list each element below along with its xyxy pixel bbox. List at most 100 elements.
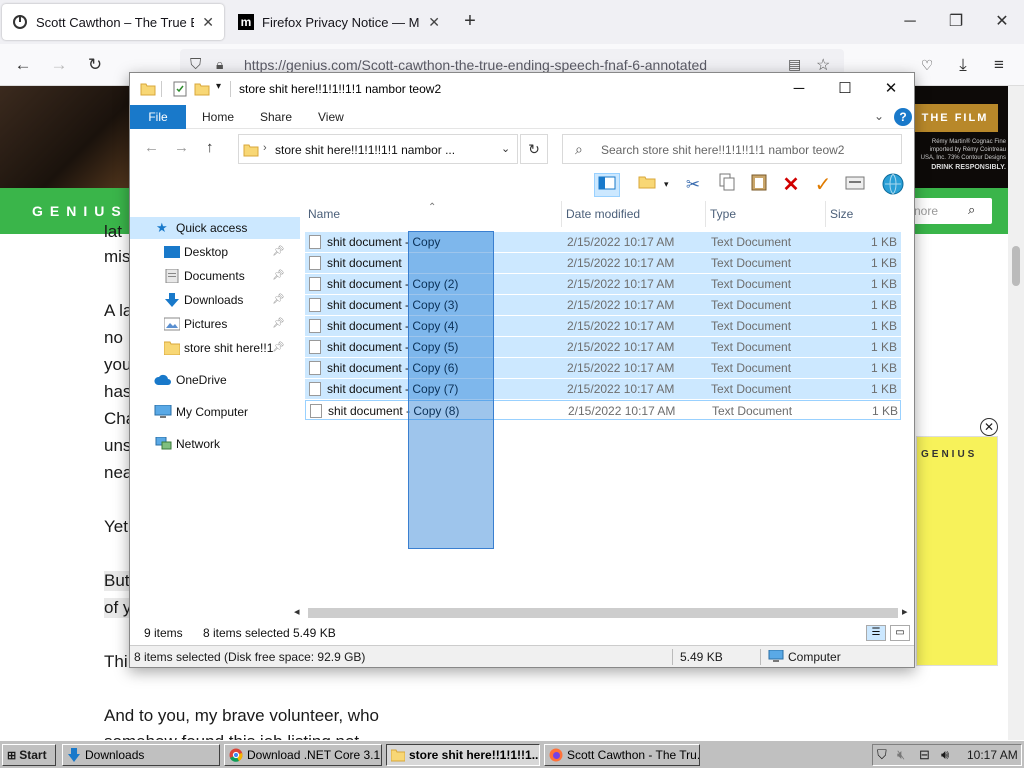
back-button[interactable]: ← [10, 52, 36, 78]
help-icon[interactable]: ? [894, 108, 912, 126]
file-row[interactable]: shit document - Copy (4) 2/15/2022 10:17 … [305, 316, 901, 336]
close-button[interactable]: ✕ [868, 73, 914, 105]
file-row[interactable]: shit document - Copy (6) 2/15/2022 10:17 … [305, 358, 901, 378]
qat-dropdown-icon[interactable]: ▾ [216, 81, 221, 92]
forward-button[interactable]: → [46, 52, 72, 78]
scroll-right-icon[interactable]: ▸ [902, 605, 908, 618]
minimize-button[interactable]: ─ [776, 73, 822, 105]
new-folder-icon[interactable] [634, 173, 660, 197]
volume-icon[interactable]: 🔊︎ [941, 747, 949, 763]
shield-icon[interactable]: ⛉ [877, 747, 887, 763]
refresh-button[interactable]: ↻ [520, 134, 548, 164]
lyric-line-annotated[interactable]: But [104, 571, 130, 591]
column-header-size[interactable]: Size [826, 201, 906, 227]
new-tab-button[interactable]: + [458, 10, 482, 34]
nav-network[interactable]: Network [130, 433, 300, 455]
back-arrow-icon[interactable]: ← [144, 139, 159, 156]
file-row[interactable]: shit document 2/15/2022 10:17 AM Text Docu… [305, 253, 901, 273]
lyric-line[interactable]: somehow found this job listing not [104, 732, 359, 740]
delete-icon[interactable]: ✕ [778, 173, 804, 197]
side-ad[interactable]: GENIUS [916, 436, 998, 666]
file-row[interactable]: shit document - Copy (3) 2/15/2022 10:17 … [305, 295, 901, 315]
tab-view[interactable]: View [306, 105, 356, 129]
search-icon[interactable]: ⌕ [968, 202, 975, 218]
preview-pane-icon[interactable] [594, 173, 620, 197]
nav-store-folder[interactable]: store shit here!!1 📌︎ [130, 337, 300, 359]
lyric-line-annotated[interactable]: of y [104, 598, 132, 618]
details-view-icon[interactable]: ☰ [866, 625, 886, 641]
file-row[interactable]: shit document - Copy (2) 2/15/2022 10:17 … [305, 274, 901, 294]
up-arrow-icon[interactable]: ↑ [206, 139, 214, 156]
genius-search-input[interactable]: nore ⌕ [906, 198, 992, 224]
pin-icon[interactable]: 📌︎ [272, 337, 285, 359]
restore-window-button[interactable]: ❐ [936, 8, 976, 36]
tab-share[interactable]: Share [248, 105, 304, 129]
scroll-left-icon[interactable]: ◂ [294, 605, 300, 618]
taskbar-firefox[interactable]: Scott Cawthon - The Tru... [544, 744, 700, 766]
pin-icon[interactable]: 📌︎ [272, 265, 285, 287]
close-tab-icon[interactable]: ✕ [428, 14, 440, 31]
expand-ribbon-icon[interactable]: ⌄ [874, 109, 884, 123]
file-row[interactable]: shit document - Copy 2/15/2022 10:17 AM Te… [305, 232, 901, 252]
browser-tab-genius[interactable]: Scott Cawthon – The True Endin ✕ [2, 4, 224, 40]
genius-logo[interactable]: GENIUS [32, 203, 128, 219]
address-bar[interactable]: › store shit here!!1!1!!1!1 nambor ... ⌄ [238, 134, 518, 164]
taskbar-chrome[interactable]: Download .NET Core 3.1... [224, 744, 382, 766]
lyric-line[interactable]: Thi [104, 652, 128, 672]
close-ad-icon[interactable]: ✕ [980, 418, 998, 436]
shield-icon[interactable]: ⛉ [190, 56, 201, 73]
properties-icon[interactable] [842, 173, 868, 197]
menu-icon[interactable]: ≡ [986, 52, 1012, 78]
tab-file[interactable]: File [130, 105, 186, 129]
nav-documents[interactable]: Documents 📌︎ [130, 265, 300, 287]
lyric-line[interactable]: no [104, 328, 123, 348]
pocket-icon[interactable]: ♡ [914, 52, 940, 78]
pin-icon[interactable]: 📌︎ [272, 289, 285, 311]
file-row[interactable]: shit document - Copy (8) 2/15/2022 10:17 … [305, 400, 901, 420]
column-header-date[interactable]: Date modified [562, 201, 706, 227]
column-header-type[interactable]: Type [706, 201, 826, 227]
taskbar-explorer[interactable]: store shit here!!1!1!!1... [386, 744, 540, 766]
file-row[interactable]: shit document - Copy (5) 2/15/2022 10:17 … [305, 337, 901, 357]
taskbar-downloads[interactable]: Downloads [62, 744, 220, 766]
page-scrollbar[interactable] [1008, 86, 1024, 740]
column-header-name[interactable]: Name ⌃ [304, 201, 562, 227]
tab-home[interactable]: Home [190, 105, 246, 129]
nav-pictures[interactable]: Pictures 📌︎ [130, 313, 300, 335]
nav-onedrive[interactable]: OneDrive [130, 369, 300, 391]
scrollbar-thumb[interactable] [1012, 246, 1020, 286]
lock-icon[interactable]: 🔒︎ [216, 56, 223, 73]
file-row[interactable]: shit document - Copy (7) 2/15/2022 10:17 … [305, 379, 901, 399]
network-icon[interactable]: ⊟ [919, 747, 930, 763]
maximize-button[interactable]: ☐ [822, 73, 868, 105]
explorer-titlebar[interactable]: ▾ store shit here!!1!1!!1!1 nambor teow2… [130, 73, 914, 105]
lyric-line[interactable]: lat [104, 222, 122, 242]
browser-tab-privacy[interactable]: m Firefox Privacy Notice — Mozill ✕ [228, 4, 450, 40]
pin-icon[interactable]: 📌︎ [272, 241, 285, 263]
speaker-muted-icon[interactable]: 🔇︎ [897, 747, 905, 763]
globe-icon[interactable] [880, 173, 906, 197]
large-icons-view-icon[interactable]: ▭ [890, 625, 910, 641]
minimize-window-button[interactable]: ─ [890, 8, 930, 36]
downloads-icon[interactable]: ⤓ [950, 52, 976, 78]
lyric-line[interactable]: you [104, 355, 131, 375]
clock[interactable]: 10:17 AM [967, 745, 1018, 765]
lyric-line[interactable]: uns [104, 436, 131, 456]
start-button[interactable]: ⊞ Start [2, 744, 56, 766]
lyric-line[interactable]: has [104, 382, 131, 402]
close-tab-icon[interactable]: ✕ [202, 14, 214, 31]
close-window-button[interactable]: ✕ [982, 8, 1022, 36]
copy-icon[interactable] [714, 173, 740, 197]
lyric-line[interactable]: And to you, my brave volunteer, who [104, 706, 379, 726]
forward-arrow-icon[interactable]: → [174, 139, 189, 156]
horizontal-scrollbar[interactable]: ◂ ▸ [294, 605, 914, 621]
film-badge[interactable]: THE FILM [912, 104, 998, 132]
properties-icon[interactable] [172, 81, 188, 97]
address-path[interactable]: store shit here!!1!1!!1!1 nambor ... [275, 143, 455, 157]
dropdown-arrow-icon[interactable]: ▾ [664, 179, 669, 190]
cut-icon[interactable]: ✂ [680, 173, 706, 197]
reload-button[interactable]: ↻ [82, 52, 108, 78]
lyric-line[interactable]: Yet [104, 517, 128, 537]
address-dropdown-icon[interactable]: ⌄ [501, 142, 510, 155]
nav-downloads[interactable]: Downloads 📌︎ [130, 289, 300, 311]
